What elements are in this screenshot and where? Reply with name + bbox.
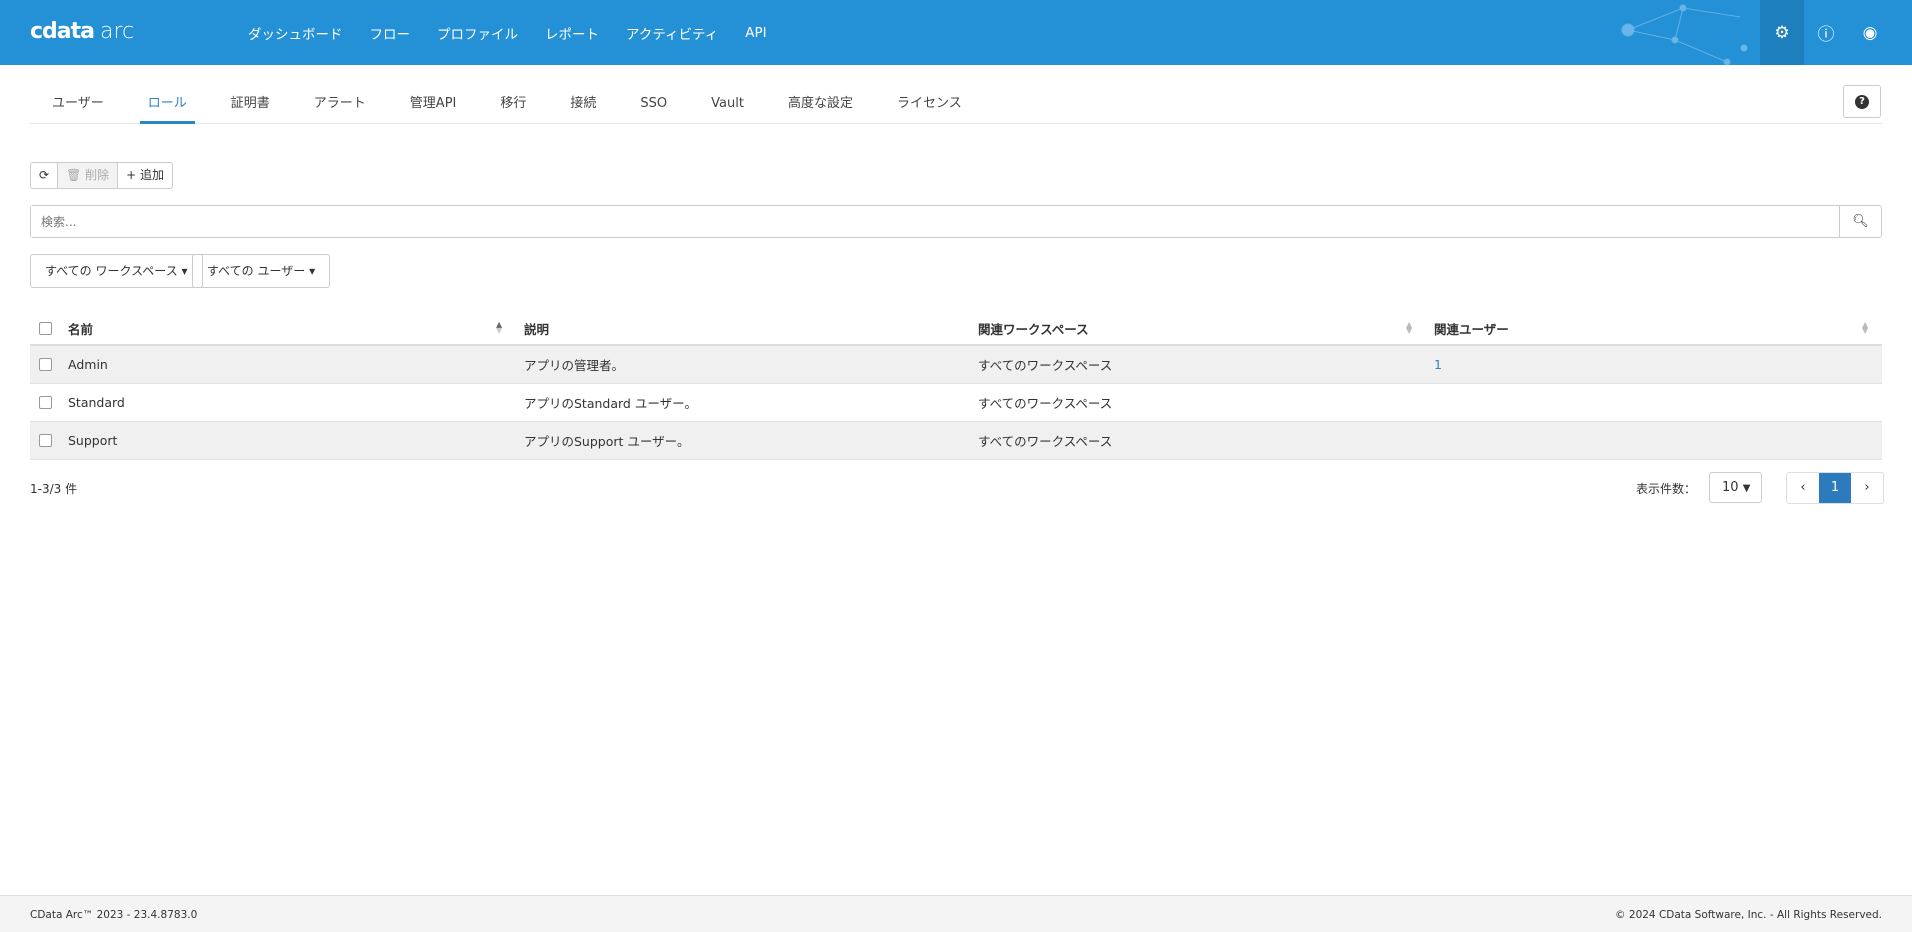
row-checkbox[interactable] [39,434,52,447]
col-name[interactable]: 名前 [68,319,93,338]
role-workspaces: すべてのワークスペース [978,396,1113,411]
tab-alerts[interactable]: アラート [292,86,388,123]
refresh-button[interactable]: ⟳ [31,163,59,188]
sort-icon[interactable]: ▲ ▼ [1406,321,1412,335]
logo-product: arc [100,19,135,44]
chevron-down-icon: ▼ [1742,483,1751,494]
nav-dashboard[interactable]: ダッシュボード [248,23,343,43]
main-nav: ダッシュボード フロー プロファイル レポート アクティビティ API [248,0,767,65]
roles-table: 名前 ▲ ▼ 説明 関連ワークスペース ▲ ▼ 関連ユーザー ▲ ▼ Admin アプ… [30,312,1882,460]
table-header: 名前 ▲ ▼ 説明 関連ワークスペース ▲ ▼ 関連ユーザー ▲ ▼ [30,312,1882,346]
help-icon[interactable]: ⓘ [1804,0,1848,65]
role-description: アプリのStandard ユーザー。 [524,396,697,411]
next-page-button[interactable]: › [1851,473,1883,503]
help-button[interactable]: ? [1843,85,1881,118]
nav-activity[interactable]: アクティビティ [626,23,718,43]
top-header: cdata arc ダッシュボード フロー プロファイル レポート アクティビティ… [0,0,1912,65]
table-row[interactable]: Admin アプリの管理者。 すべてのワークスペース 1 [30,346,1882,384]
nav-reports[interactable]: レポート [545,23,599,43]
gear-icon[interactable]: ⚙ [1760,0,1804,65]
logo[interactable]: cdata arc [30,19,134,44]
caret-down-icon: ▾ [309,264,316,278]
tab-migration[interactable]: 移行 [478,86,548,123]
search-button[interactable]: 🔍︎ [1839,206,1881,237]
tab-certificates[interactable]: 証明書 [209,86,292,123]
version-text: CData Arc™ 2023 - 23.4.8783.0 [30,909,198,921]
per-page-value: 10 [1722,480,1739,495]
sort-icon[interactable]: ▲ ▼ [1862,321,1868,335]
role-workspaces: すべてのワークスペース [978,358,1113,373]
record-count: 1-3/3 件 [30,482,78,496]
search-input[interactable] [31,206,1839,237]
prev-page-button[interactable]: ‹ [1787,473,1819,503]
col-workspaces[interactable]: 関連ワークスペース [978,319,1089,338]
role-name[interactable]: Standard [68,395,125,410]
caret-down-icon: ▾ [181,264,188,278]
row-checkbox[interactable] [39,358,52,371]
row-checkbox[interactable] [39,396,52,409]
col-description: 説明 [524,321,550,337]
tab-license[interactable]: ライセンス [875,86,984,123]
tab-users[interactable]: ユーザー [30,86,126,123]
role-description: アプリのSupport ユーザー。 [524,434,690,449]
tab-advanced[interactable]: 高度な設定 [766,86,875,123]
role-users-link[interactable]: 1 [1434,357,1442,372]
tab-roles[interactable]: ロール [126,86,209,124]
table-row[interactable]: Support アプリのSupport ユーザー。 すべてのワークスペース [30,422,1882,460]
pagination: ‹ 1 › [1786,472,1884,504]
role-name[interactable]: Support [68,433,117,448]
table-row[interactable]: Standard アプリのStandard ユーザー。 すべてのワークスペース [30,384,1882,422]
role-description: アプリの管理者。 [524,358,625,373]
user-filter-label: すべての ユーザー [207,264,306,278]
add-button[interactable]: + 追加 [118,163,172,188]
role-workspaces: すべてのワークスペース [978,434,1113,449]
delete-button[interactable]: 🗑 削除 [58,163,119,188]
workspace-filter-label: すべての ワークスペース [45,264,178,278]
nav-flow[interactable]: フロー [370,23,411,43]
delete-label: 削除 [85,168,110,182]
settings-tabs: ユーザー ロール 証明書 アラート 管理API 移行 接続 SSO Vault … [30,86,1882,124]
col-users[interactable]: 関連ユーザー [1434,319,1509,338]
tab-connections[interactable]: 接続 [548,86,618,123]
toolbar: ⟳ 🗑 削除 + 追加 [30,162,174,189]
search-bar: 🔍︎ [30,205,1882,238]
sort-asc-icon[interactable]: ▲ ▼ [496,321,502,335]
search-icon: 🔍︎ [1852,214,1869,229]
per-page-select[interactable]: 10 ▼ [1709,472,1762,503]
plus-icon: + [126,168,137,182]
tab-admin-api[interactable]: 管理API [388,86,479,123]
page-button[interactable]: 1 [1819,473,1851,503]
copyright-text: © 2024 CData Software, Inc. - All Rights… [1615,909,1882,921]
footer: CData Arc™ 2023 - 23.4.8783.0 © 2024 CDa… [0,895,1912,932]
workspace-filter-dropdown[interactable]: すべての ワークスペース ▾ [30,254,203,288]
nav-profile[interactable]: プロファイル [437,23,518,43]
select-all-checkbox[interactable] [39,321,52,335]
question-icon: ? [1855,94,1869,109]
tab-sso[interactable]: SSO [618,86,689,123]
logo-mark: cdata [30,19,95,44]
nav-api[interactable]: API [745,25,766,41]
per-page-label: 表示件数： [1636,482,1697,496]
network-decoration [1621,4,1748,65]
user-account-icon[interactable]: ◉ [1848,0,1892,65]
trash-icon: 🗑 [66,168,82,182]
add-label: 追加 [140,168,165,182]
user-filter-dropdown[interactable]: すべての ユーザー ▾ [192,254,331,288]
refresh-icon: ⟳ [39,168,50,182]
tab-vault[interactable]: Vault [689,86,766,123]
role-name[interactable]: Admin [68,357,108,372]
